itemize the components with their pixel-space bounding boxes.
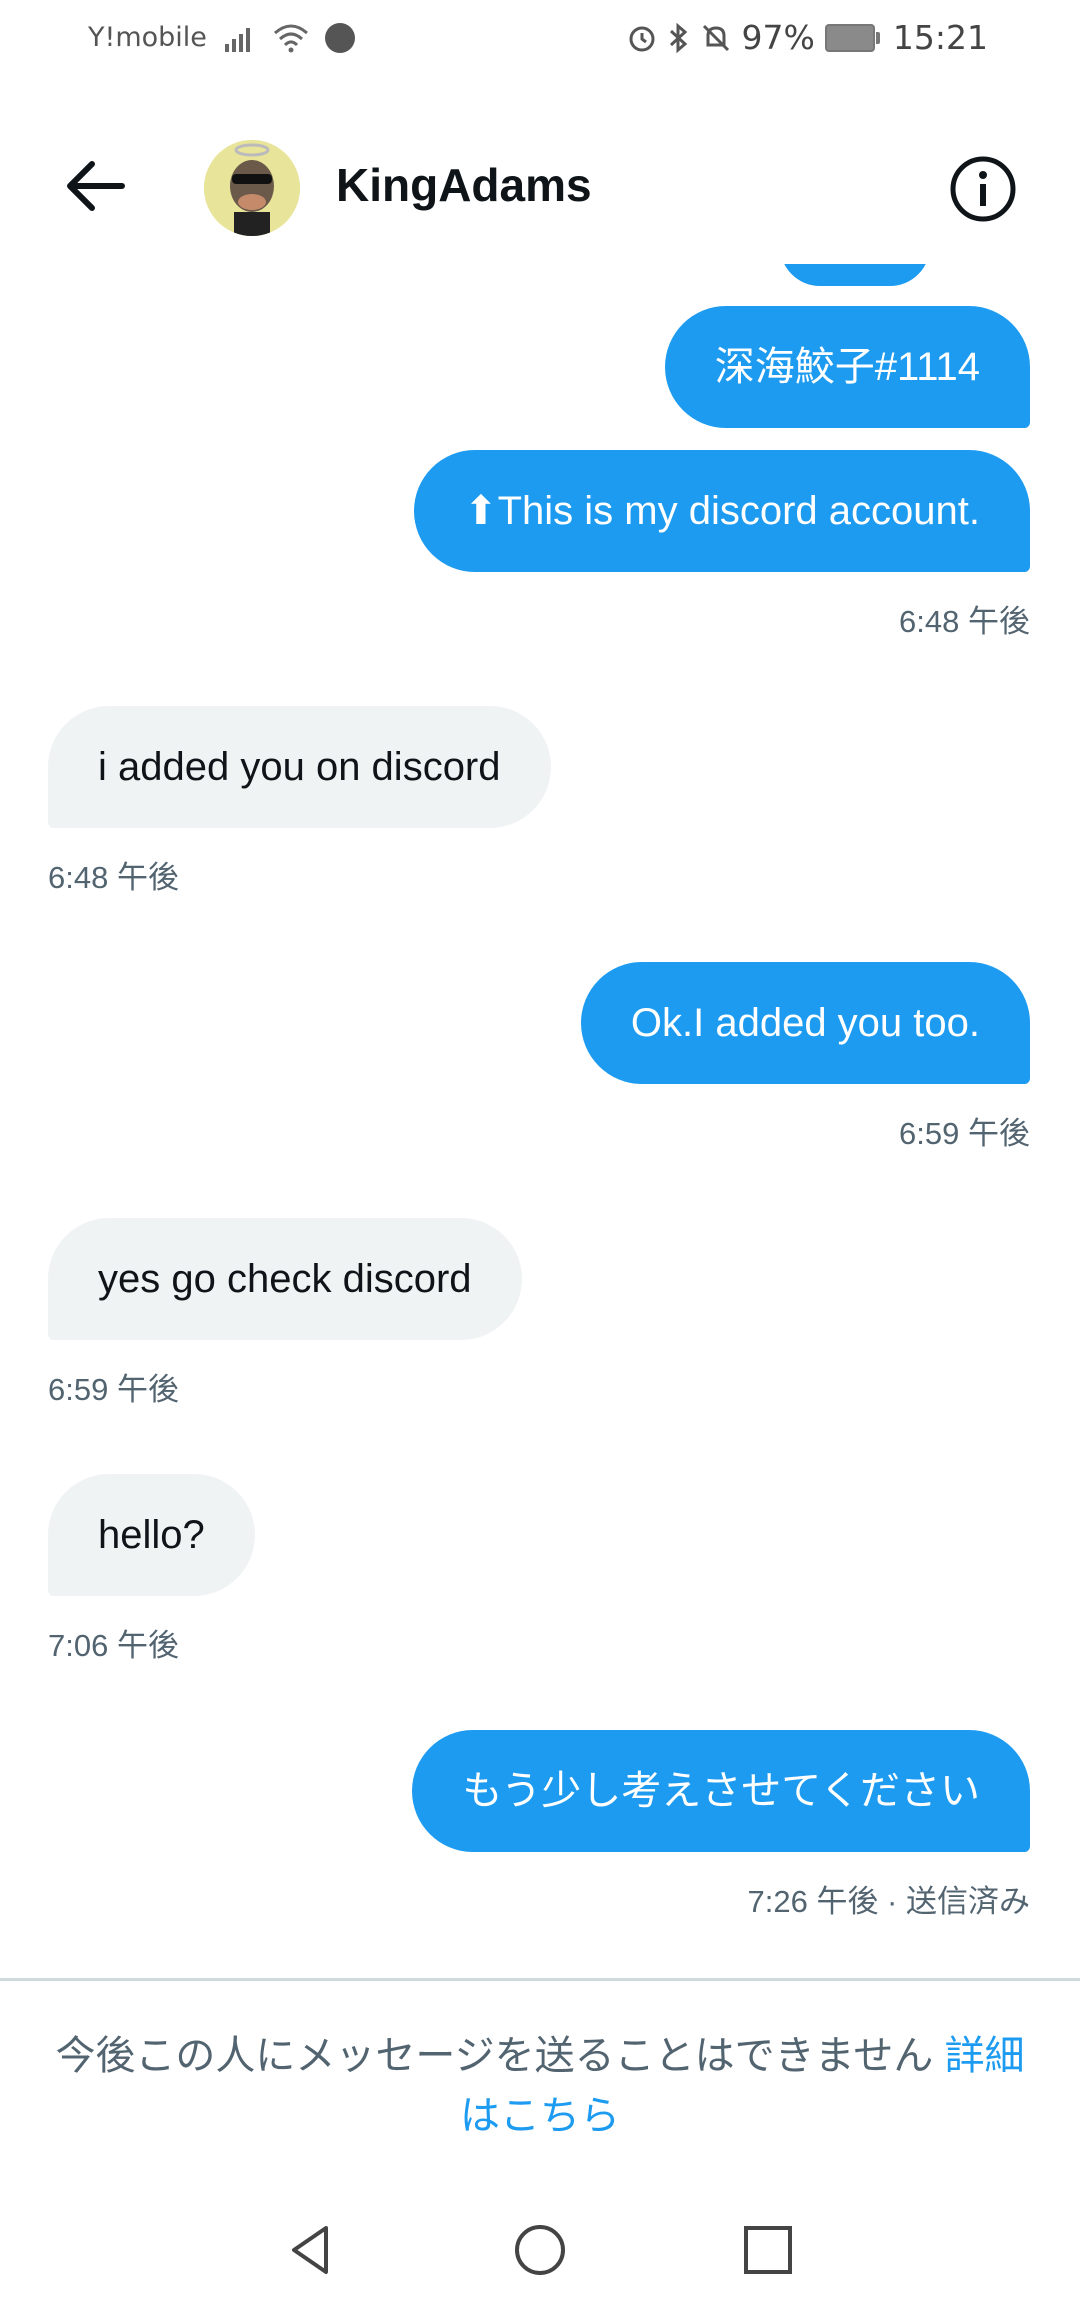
message-timestamp: 6:59 午後 <box>899 1116 1030 1151</box>
battery-icon <box>824 23 880 52</box>
bluetooth-icon <box>669 22 687 53</box>
message-timestamp: 6:48 午後 <box>48 860 179 895</box>
back-button[interactable] <box>62 156 132 216</box>
alarm-icon <box>629 26 655 51</box>
clock: 15:21 <box>892 18 988 57</box>
back-arrow-icon <box>67 161 125 211</box>
avatar[interactable] <box>204 140 300 236</box>
nav-recents-button[interactable] <box>738 2220 798 2280</box>
blocked-notice-text: 今後この人にメッセージを送ることはできません <box>55 2034 945 2078</box>
info-icon <box>950 156 1016 222</box>
partial-bubble <box>780 264 930 286</box>
message-bubble-received[interactable]: yes go check discord <box>48 1218 522 1340</box>
app-notification-icon <box>324 22 355 53</box>
message-timestamp: 7:06 午後 <box>48 1628 179 1663</box>
message-bubble-sent[interactable]: 深海鮫子#1114 <box>664 306 1030 428</box>
message-timestamp: 6:48 午後 <box>899 604 1030 639</box>
status-bar: Y!mobile 97% 15:21 <box>0 0 1080 84</box>
message-bubble-received[interactable]: i added you on discord <box>48 706 551 828</box>
footer-divider <box>0 1978 1080 1981</box>
status-bar-left: Y!mobile <box>88 22 355 53</box>
message-bubble-received[interactable]: hello? <box>48 1474 255 1596</box>
avatar-image <box>204 140 300 236</box>
message-timestamp: 7:26 午後 · 送信済み <box>747 1884 1031 1919</box>
system-nav-bar <box>0 2190 1080 2312</box>
message-list[interactable]: 深海鮫子#1114 ⬆This is my discord account. 6… <box>0 264 1080 1980</box>
conversation-header: KingAdams <box>0 84 1080 274</box>
message-timestamp: 6:59 午後 <box>48 1372 179 1407</box>
wifi-icon <box>273 24 308 52</box>
message-bubble-sent[interactable]: ⬆This is my discord account. <box>414 450 1030 572</box>
nav-back-icon <box>292 2226 328 2274</box>
signal-icon <box>224 27 250 52</box>
conversation-title[interactable]: KingAdams <box>336 158 592 212</box>
info-button[interactable] <box>948 154 1018 224</box>
message-bubble-sent[interactable]: Ok.I added you too. <box>580 962 1030 1084</box>
nav-recents-icon <box>744 2226 792 2274</box>
nav-home-icon <box>515 2225 565 2275</box>
status-bar-right: 97% 15:21 <box>626 18 988 57</box>
nav-back-button[interactable] <box>282 2220 342 2280</box>
mute-bell-icon <box>702 24 729 51</box>
nav-home-button[interactable] <box>510 2220 570 2280</box>
carrier-label: Y!mobile <box>88 22 207 53</box>
battery-percent: 97% <box>741 18 815 57</box>
blocked-notice: 今後この人にメッセージを送ることはできません 詳細はこちら <box>40 2026 1040 2146</box>
message-bubble-sent[interactable]: もう少し考えさせてください <box>412 1730 1030 1852</box>
